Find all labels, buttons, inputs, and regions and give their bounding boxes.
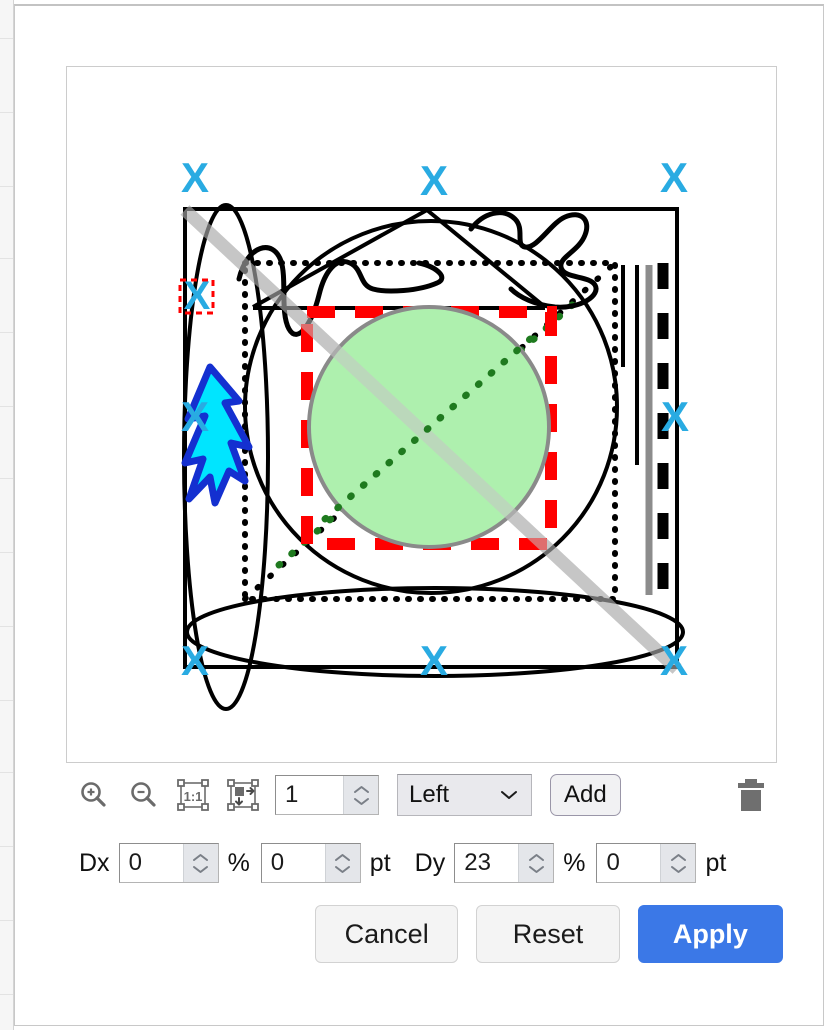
dx-pt-input[interactable]: 0 [261,844,325,882]
add-button[interactable]: Add [550,774,621,816]
svg-text:1:1: 1:1 [184,789,203,804]
zoom-out-icon[interactable] [123,775,163,815]
dx-pt-unit: pt [369,848,391,877]
stepper-down-icon[interactable] [192,865,209,874]
stepper-up-icon[interactable] [334,853,351,862]
dialog-actions: Cancel Reset Apply [315,905,783,963]
svg-text:X: X [181,154,209,201]
stepper-up-icon[interactable] [528,853,545,862]
dx-label: Dx [79,848,110,877]
stepper-down-icon[interactable] [670,865,687,874]
dx-pt-stepper-buttons[interactable] [324,844,360,882]
shape-preview-canvas[interactable]: X X X X X X X X X [66,66,777,763]
dy-percent-stepper-buttons[interactable] [518,844,554,882]
fit-to-page-icon[interactable] [223,775,263,815]
svg-text:X: X [660,154,688,201]
svg-text:X: X [420,637,448,684]
handle-mid-right: X [661,393,689,440]
stepper-up-icon[interactable] [192,853,209,862]
chevron-down-icon [499,789,519,801]
handle-top-center: X [420,157,448,204]
trash-icon[interactable] [729,773,773,817]
svg-text:X: X [661,393,689,440]
dy-label: Dy [414,848,446,877]
dialog-root: X X X X X X X X X 1:1 1 Left Add Dx 0 % … [0,0,832,1030]
dy-percent-input[interactable]: 23 [455,844,519,882]
preview-toolbar: 1:1 1 Left Add [73,770,773,820]
svg-text:X: X [184,274,211,318]
dy-percent-stepper[interactable]: 23 [454,843,555,883]
svg-text:X: X [181,393,209,440]
dy-pt-stepper-buttons[interactable] [660,844,696,882]
svg-text:X: X [181,637,209,684]
handle-bottom-right: X [660,637,688,684]
stepper-down-icon[interactable] [353,797,370,806]
reset-button[interactable]: Reset [476,905,620,963]
dx-percent-input[interactable]: 0 [119,844,183,882]
background-app-sliver [0,0,14,1030]
dy-pt-stepper[interactable]: 0 [596,843,697,883]
handle-top-right: X [660,154,688,201]
scale-1-1-icon[interactable]: 1:1 [173,775,213,815]
dy-pt-input[interactable]: 0 [597,844,661,882]
stepper-down-icon[interactable] [334,865,351,874]
count-input[interactable]: 1 [276,776,343,814]
stepper-down-icon[interactable] [528,865,545,874]
svg-text:X: X [660,637,688,684]
dy-percent-unit: % [563,848,586,877]
shape-position-dialog: X X X X X X X X X 1:1 1 Left Add Dx 0 % … [14,4,824,1026]
stepper-up-icon[interactable] [353,785,370,794]
stepper-up-icon[interactable] [670,853,687,862]
dx-percent-stepper-buttons[interactable] [182,844,218,882]
handle-bottom-center: X [420,637,448,684]
cancel-button[interactable]: Cancel [315,905,459,963]
dx-percent-stepper[interactable]: 0 [118,843,219,883]
selection-handles-layer: X X X X X X X X X [178,154,689,684]
align-select-value: Left [409,781,450,808]
offset-controls: Dx 0 % 0 pt Dy 23 % 0 pt [79,840,779,886]
handle-bottom-left: X [181,637,209,684]
count-stepper[interactable]: 1 [275,775,379,815]
zoom-in-icon[interactable] [73,775,113,815]
dy-pt-unit: pt [705,848,727,877]
apply-button[interactable]: Apply [637,905,783,963]
handle-mid-left: X [181,393,209,440]
align-select[interactable]: Left [397,774,532,816]
handle-mid-left-upper-selected: X [178,274,215,318]
count-stepper-buttons[interactable] [343,776,378,814]
dx-percent-unit: % [227,848,250,877]
handle-top-left: X [181,154,209,201]
svg-text:X: X [420,157,448,204]
dx-pt-stepper[interactable]: 0 [260,843,361,883]
